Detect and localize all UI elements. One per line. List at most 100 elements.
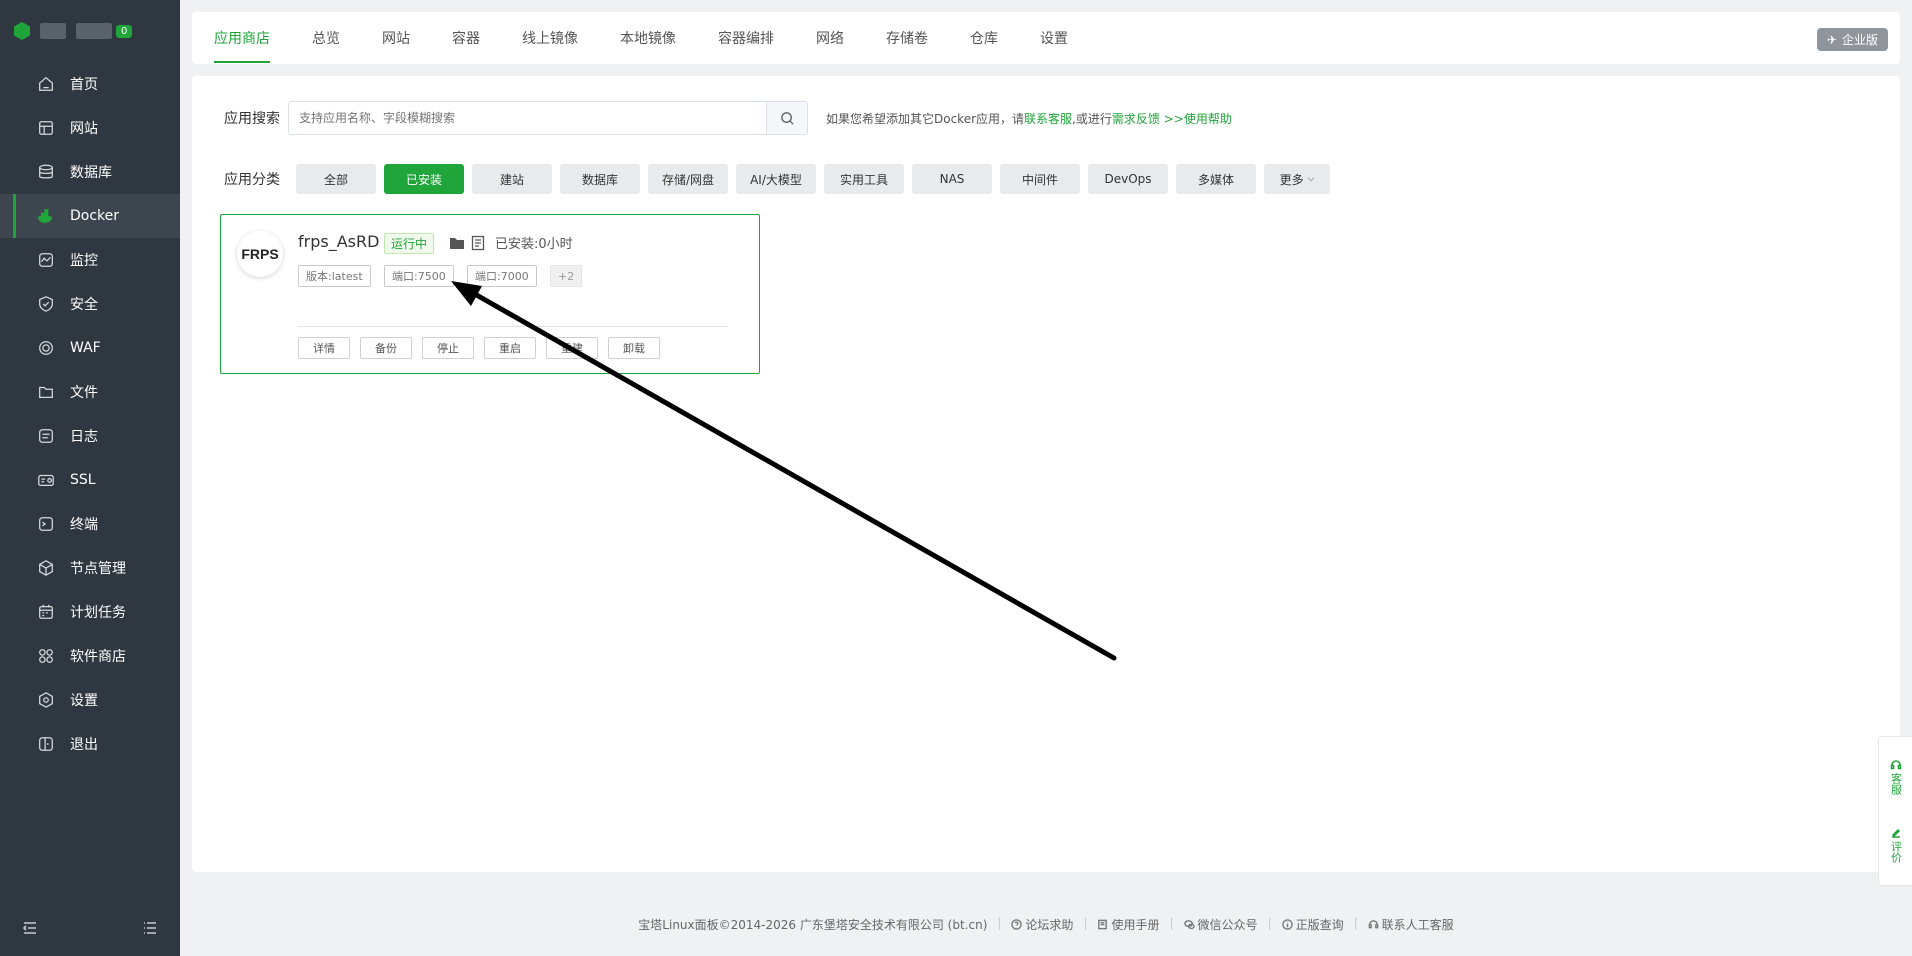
rebuild-button[interactable]: 重建 bbox=[546, 337, 598, 359]
sidebar-item-label: 数据库 bbox=[70, 165, 112, 181]
footer-link-manual[interactable]: 使用手册 bbox=[1097, 916, 1160, 933]
tab-website[interactable]: 网站 bbox=[382, 12, 410, 64]
restart-button[interactable]: 重启 bbox=[484, 337, 536, 359]
category-website[interactable]: 建站 bbox=[472, 164, 552, 194]
stop-button[interactable]: 停止 bbox=[422, 337, 474, 359]
details-button[interactable]: 详情 bbox=[298, 337, 350, 359]
category-label: 应用分类 bbox=[224, 172, 280, 188]
sidebar-item-logout[interactable]: 退出 bbox=[0, 722, 180, 766]
footer-link-wechat[interactable]: 微信公众号 bbox=[1183, 916, 1258, 933]
tab-overview[interactable]: 总览 bbox=[312, 12, 340, 64]
tab-online-images[interactable]: 线上镜像 bbox=[522, 12, 578, 64]
category-tools[interactable]: 实用工具 bbox=[824, 164, 904, 194]
customer-service-button[interactable]: 客服 bbox=[1890, 759, 1903, 795]
sidebar-item-label: 首页 bbox=[70, 77, 98, 93]
sidebar-item-home[interactable]: 首页 bbox=[0, 62, 180, 106]
enterprise-label: 企业版 bbox=[1841, 33, 1878, 47]
contact-support-link[interactable]: 联系客服 bbox=[1024, 112, 1072, 126]
tab-settings[interactable]: 设置 bbox=[1040, 12, 1068, 64]
port-tag[interactable]: 端口:7000 bbox=[467, 265, 537, 287]
sidebar-item-terminal[interactable]: 终端 bbox=[0, 502, 180, 546]
apps-icon bbox=[36, 646, 56, 666]
sidebar-item-settings[interactable]: 设置 bbox=[0, 678, 180, 722]
search-button[interactable] bbox=[766, 102, 807, 134]
sidebar-item-website[interactable]: 网站 bbox=[0, 106, 180, 150]
collapse-sidebar-icon[interactable] bbox=[22, 920, 38, 940]
category-all[interactable]: 全部 bbox=[296, 164, 376, 194]
menu-list-icon[interactable] bbox=[142, 920, 158, 940]
footer-link-genuine[interactable]: 正版查询 bbox=[1281, 916, 1344, 933]
tab-app-store[interactable]: 应用商店 bbox=[214, 12, 270, 64]
sidebar-item-label: 设置 bbox=[70, 693, 98, 709]
search-box bbox=[288, 101, 808, 135]
tab-compose[interactable]: 容器编排 bbox=[718, 12, 774, 64]
sidebar-item-security[interactable]: 安全 bbox=[0, 282, 180, 326]
footer-link-label: 正版查询 bbox=[1295, 918, 1344, 932]
help-link[interactable]: 使用帮助 bbox=[1184, 112, 1232, 126]
category-nas[interactable]: NAS bbox=[912, 164, 992, 194]
floating-service-bar: 客服 评价 bbox=[1878, 736, 1912, 886]
tab-registry[interactable]: 仓库 bbox=[970, 12, 998, 64]
category-media[interactable]: 多媒体 bbox=[1176, 164, 1256, 194]
app-logo: FRPS bbox=[237, 231, 283, 277]
notification-badge[interactable]: 0 bbox=[116, 24, 133, 38]
sidebar-item-store[interactable]: 软件商店 bbox=[0, 634, 180, 678]
sidebar-item-label: 节点管理 bbox=[70, 561, 126, 577]
sidebar-item-label: 监控 bbox=[70, 253, 98, 269]
category-database[interactable]: 数据库 bbox=[560, 164, 640, 194]
book-icon bbox=[1098, 919, 1108, 930]
leaf-icon: ✈ bbox=[1826, 32, 1837, 47]
app-card[interactable]: FRPS frps_AsRD 运行中 已安装:0小时 版本:latest 端口:… bbox=[220, 214, 760, 374]
sidebar-item-files[interactable]: 文件 bbox=[0, 370, 180, 414]
sidebar-item-label: 日志 bbox=[70, 429, 98, 445]
category-installed[interactable]: 已安装 bbox=[384, 164, 464, 194]
footer-link-forum[interactable]: 论坛求助 bbox=[1011, 916, 1073, 933]
tab-network[interactable]: 网络 bbox=[816, 12, 844, 64]
edit-icon bbox=[1891, 828, 1900, 838]
sidebar-item-database[interactable]: 数据库 bbox=[0, 150, 180, 194]
sidebar-item-waf[interactable]: WAF bbox=[0, 326, 180, 370]
version-tag: 版本:latest bbox=[298, 265, 371, 287]
info-circle-icon bbox=[1281, 919, 1293, 930]
search-input[interactable] bbox=[289, 102, 766, 134]
sidebar-item-monitor[interactable]: 监控 bbox=[0, 238, 180, 282]
log-file-icon[interactable] bbox=[471, 235, 485, 251]
headset-icon bbox=[1890, 760, 1901, 770]
category-middleware[interactable]: 中间件 bbox=[1000, 164, 1080, 194]
tab-containers[interactable]: 容器 bbox=[452, 12, 480, 64]
sidebar-item-nodes[interactable]: 节点管理 bbox=[0, 546, 180, 590]
category-ai[interactable]: AI/大模型 bbox=[736, 164, 816, 194]
search-label: 应用搜索 bbox=[224, 111, 280, 127]
footer-separator: | bbox=[1169, 916, 1174, 930]
tab-volumes[interactable]: 存储卷 bbox=[886, 12, 928, 64]
footer-link-contact[interactable]: 联系人工客服 bbox=[1368, 916, 1454, 933]
sidebar-item-label: 计划任务 bbox=[70, 605, 126, 621]
category-devops[interactable]: DevOps bbox=[1088, 164, 1168, 194]
port-tag[interactable]: 端口:7500 bbox=[384, 265, 454, 287]
footer-link-label: 使用手册 bbox=[1111, 918, 1160, 932]
sidebar-item-logs[interactable]: 日志 bbox=[0, 414, 180, 458]
search-hint: 如果您希望添加其它Docker应用，请联系客服,或进行需求反馈 >>使用帮助 bbox=[826, 110, 1232, 127]
hint-mid: ,或进行 bbox=[1072, 111, 1112, 126]
review-button[interactable]: 评价 bbox=[1890, 827, 1903, 863]
footer-link-label: 微信公众号 bbox=[1197, 918, 1258, 932]
enterprise-button[interactable]: ✈ 企业版 bbox=[1816, 28, 1888, 51]
folder-icon[interactable] bbox=[449, 236, 465, 250]
tab-local-images[interactable]: 本地镜像 bbox=[620, 12, 676, 64]
ssl-icon bbox=[36, 470, 56, 490]
feedback-link[interactable]: 需求反馈 bbox=[1112, 112, 1160, 126]
uninstall-button[interactable]: 卸载 bbox=[608, 337, 660, 359]
category-storage[interactable]: 存储/网盘 bbox=[648, 164, 728, 194]
log-icon bbox=[36, 426, 56, 446]
sidebar-item-cron[interactable]: 计划任务 bbox=[0, 590, 180, 634]
sidebar-item-docker[interactable]: Docker bbox=[0, 194, 180, 238]
more-ports-tag[interactable]: +2 bbox=[550, 265, 583, 287]
logout-icon bbox=[36, 734, 56, 754]
copyright-text: 宝塔Linux面板©2014-2026 广东堡塔安全技术有限公司 (bt.cn) bbox=[638, 918, 988, 932]
sidebar-item-label: WAF bbox=[70, 340, 101, 356]
backup-button[interactable]: 备份 bbox=[360, 337, 412, 359]
sidebar-item-ssl[interactable]: SSL bbox=[0, 458, 180, 502]
docker-tab-bar: 应用商店 总览 网站 容器 线上镜像 本地镜像 容器编排 网络 存储卷 仓库 设… bbox=[192, 12, 1900, 64]
wechat-icon bbox=[1183, 920, 1195, 930]
category-more-dropdown[interactable]: 更多 ⌵ bbox=[1264, 164, 1330, 194]
